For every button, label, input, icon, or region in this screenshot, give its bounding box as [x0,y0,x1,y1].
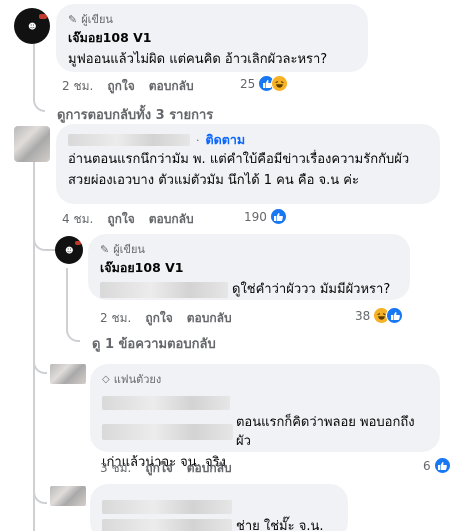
thread-elbow-1 [33,88,45,112]
author-badge: ✎ ผู้เขียน [68,12,113,27]
comment-text-line-1: อ่านตอนแรกนึกว่ามัม พ. แต่คำใบ้คือมีข่าว… [68,152,410,167]
user-avatar[interactable] [50,486,86,506]
pen-icon: ✎ [68,12,78,26]
fan-badge: ◇ แฟนตัวยง [102,373,162,386]
reaction-summary[interactable]: 38 [355,307,404,324]
comment-actions: 3 ชม. ถูกใจ ตอบกลับ [100,459,246,478]
view-all-replies-link[interactable]: ดูการตอบกลับทั้ง 3 รายการ [57,104,213,125]
reaction-count: 190 [244,209,267,224]
like-button[interactable]: ถูกใจ [107,77,134,96]
comment-bubble: ✎ ผู้เขียน เจ๊มอย108 V1 มูฟออนแล้วไม่ผิด… [56,4,368,72]
follow-button[interactable]: ติดตาม [206,130,246,150]
pen-icon: ✎ [100,242,110,256]
user-header: · ติดตาม [68,132,428,148]
reply-author-name[interactable]: เจ๊มอย108 V1 [100,258,398,278]
reply-button[interactable]: ตอบกลับ [149,210,194,229]
timestamp[interactable]: 2 ชม. [62,77,93,96]
reply-button[interactable]: ตอบกลับ [149,77,194,96]
timestamp[interactable]: 3 ชม. [100,459,131,478]
redacted-name[interactable] [102,496,336,515]
reply-text: ดูใช่คำว่าผัววว มัมมีผัวหรา? [232,282,391,297]
reply-button[interactable]: ตอบกลับ [187,459,232,478]
comment-bubble: · ติดตาม อ่านตอนแรกนึกว่ามัม พ. แต่คำใบ้… [56,124,440,204]
logo-icon: ☻ [65,245,73,255]
timestamp[interactable]: 4 ชม. [62,210,93,229]
author-avatar[interactable]: ☻ [55,236,83,264]
reaction-count: 6 [423,458,431,473]
redacted-mention[interactable] [100,281,228,298]
logo-mark [39,14,47,19]
like-icon [269,208,287,225]
timestamp[interactable]: 2 ชม. [100,309,131,328]
reaction-summary[interactable]: 25 [240,75,289,92]
thread-elbow-5 [33,482,47,504]
reaction-count: 25 [240,76,256,91]
thread-elbow-3 [66,322,80,342]
logo-mark [75,241,81,245]
reply-bubble: ✎ ผู้เขียน เจ๊มอย108 V1 ดูใช่คำว่าผัววว … [88,234,410,300]
view-one-reply-link[interactable]: ดู 1 ข้อความตอบกลับ [92,333,216,354]
logo-icon: ☻ [28,21,36,31]
reply-text-line: ดูใช่คำว่าผัววว มัมมีผัวหรา? [100,280,398,299]
reply-button[interactable]: ตอบกลับ [187,309,232,328]
like-button[interactable]: ถูกใจ [107,210,134,229]
diamond-icon: ◇ [102,373,110,385]
redacted-name[interactable] [102,392,428,411]
user-avatar[interactable] [50,364,86,384]
reaction-summary[interactable]: 6 [423,457,451,474]
comment-text: มูฟออนแล้วไม่ผิด แต่คนคิด อ้าวเลิกผัวละห… [68,52,328,67]
like-button[interactable]: ถูกใจ [145,309,172,328]
like-icon [433,457,451,474]
redacted-name[interactable] [68,134,190,146]
comment-author-name[interactable]: เจ๊มอย108 V1 [68,28,356,48]
comment-actions: 4 ชม. ถูกใจ ตอบกลับ [62,210,208,229]
comment-text-line: ช่าย ใช่มั๊ะ จ.น. [102,517,336,531]
author-badge: ✎ ผู้เขียน [100,242,145,257]
haha-icon [271,75,289,92]
redacted-mention [102,518,232,531]
comment-actions: 2 ชม. ถูกใจ ตอบกลับ [62,77,208,96]
comment-bubble: ช่าย ใช่มั๊ะ จ.น. [90,484,348,531]
thread-elbow-4 [33,352,47,374]
author-avatar[interactable]: ☻ [14,8,50,44]
comment-bubble: ◇ แฟนตัวยง ตอนแรกก็คิดว่าพลอย พอบอกถึงผั… [90,364,440,470]
like-button[interactable]: ถูกใจ [145,459,172,478]
comment-text-line-2: สวยผ่องเอวบาง ตัวแม่ตัวมัม นึกได้ 1 คน ค… [68,173,359,188]
user-avatar[interactable] [14,126,50,162]
reply-actions: 2 ชม. ถูกใจ ตอบกลับ [100,309,246,328]
like-icon [386,307,404,324]
reaction-summary[interactable]: 190 [244,208,287,225]
reaction-count: 38 [355,308,371,323]
comment-text-line-1: ตอนแรกก็คิดว่าพลอย พอบอกถึงผัว [102,413,428,451]
redacted-mention [102,424,233,440]
